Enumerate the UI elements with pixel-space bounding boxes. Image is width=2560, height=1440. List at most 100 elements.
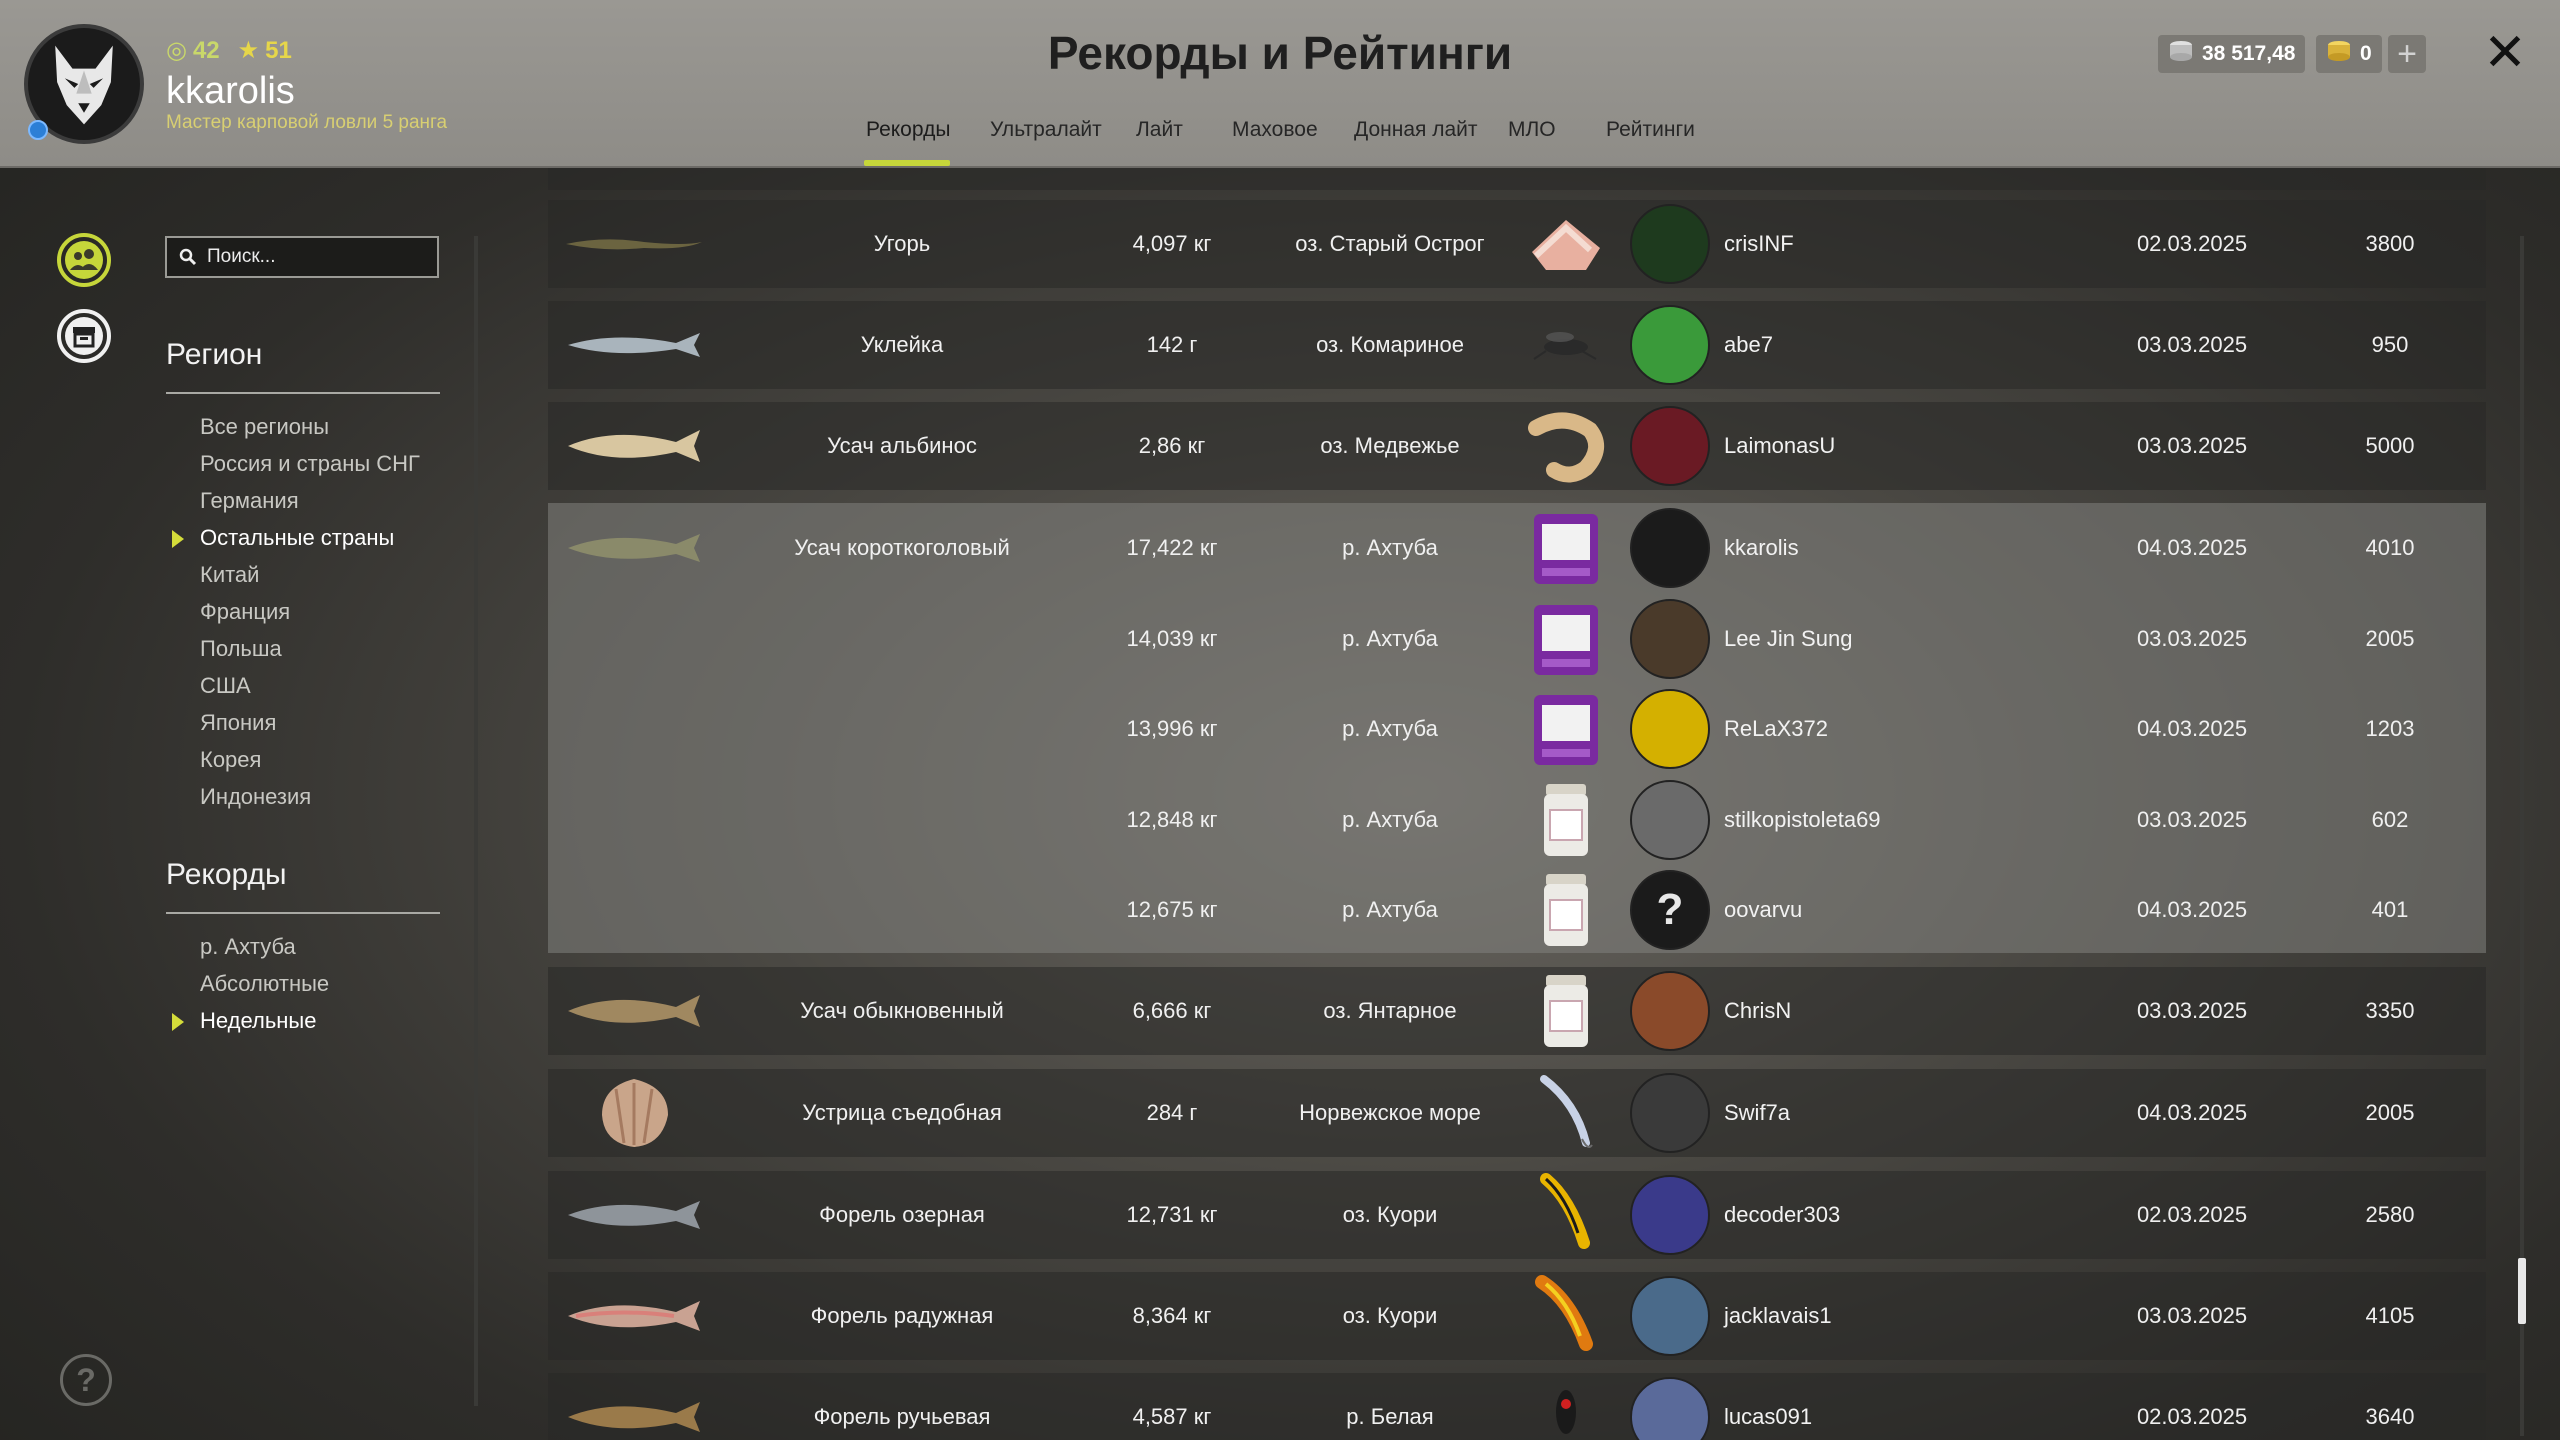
fish-location: оз. Куори: [1342, 1202, 1438, 1227]
shorthead-barbel-fish-icon: [568, 534, 700, 562]
fish-name: Усач короткоголовый: [794, 535, 1010, 560]
player-name[interactable]: jacklavais1: [1724, 1303, 1832, 1329]
help-button[interactable]: ?: [60, 1354, 112, 1406]
bait-wobbler-orange-icon: [1535, 1275, 1593, 1351]
fish-name: Усач альбинос: [827, 433, 977, 458]
score: 401: [2371, 897, 2409, 922]
player-avatar[interactable]: [1630, 406, 1710, 486]
fish-location: Норвежское море: [1299, 1100, 1481, 1125]
scrollbar-thumb[interactable]: [2518, 1258, 2526, 1324]
tab-bottom-light[interactable]: Донная лайт: [1354, 118, 1478, 142]
catch-date: 03.03.2025: [2136, 332, 2248, 357]
player-avatar[interactable]: [1630, 689, 1710, 769]
tab-ratings[interactable]: Рейтинги: [1606, 118, 1695, 142]
fish-weight: 142 г: [1146, 332, 1198, 357]
player-name[interactable]: lucas091: [1724, 1404, 1812, 1430]
top-bar: ◎ 42 ★ 51 kkarolis Мастер карповой ловли 5…: [0, 0, 2560, 168]
brown-trout-fish-icon: [568, 1402, 700, 1432]
records-item[interactable]: р. Ахтуба: [200, 934, 296, 960]
region-section-title: Регион: [166, 338, 263, 371]
player-avatar[interactable]: [1630, 305, 1710, 385]
region-item[interactable]: Польша: [200, 636, 282, 662]
records-item[interactable]: Абсолютные: [200, 971, 329, 997]
fish-weight: 2,86 кг: [1138, 433, 1206, 458]
bait-wobbler-yellow-icon: [1540, 1173, 1590, 1249]
bait-bucket-purple-icon: [1534, 514, 1598, 584]
player-avatar[interactable]: [1630, 204, 1710, 284]
fish-name: Угорь: [873, 231, 931, 256]
fish-weight: 12,675 кг: [1126, 897, 1218, 922]
records-item-selected[interactable]: Недельные: [200, 1008, 316, 1034]
scrollbar-track[interactable]: [2520, 236, 2524, 1436]
player-avatar[interactable]: [1630, 780, 1710, 860]
bait-jar-icon: [1544, 975, 1588, 1047]
albino-barbel-fish-icon: [568, 430, 700, 462]
region-item[interactable]: Россия и страны СНГ: [200, 451, 420, 477]
player-avatar[interactable]: [1630, 508, 1710, 588]
fish-weight: 4,587 кг: [1132, 1404, 1212, 1429]
archive-button[interactable]: [56, 308, 112, 364]
bait-shrimp-icon: [1528, 412, 1604, 483]
player-name[interactable]: kkarolis: [1724, 535, 1799, 561]
close-button[interactable]: ✕: [2480, 27, 2530, 79]
player-name[interactable]: Swif7a: [1724, 1100, 1790, 1126]
player-name[interactable]: stilkopistoleta69: [1724, 807, 1881, 833]
oyster-icon: [602, 1079, 668, 1147]
region-item[interactable]: Все регионы: [200, 414, 329, 440]
region-item[interactable]: Япония: [200, 710, 276, 736]
player-avatar[interactable]: [1630, 1276, 1710, 1356]
fish-weight: 14,039 кг: [1126, 626, 1218, 651]
bait-bucket-purple-icon: [1534, 695, 1598, 765]
tab-records[interactable]: Рекорды: [866, 118, 950, 142]
friends-button[interactable]: [56, 232, 112, 288]
player-name[interactable]: ChrisN: [1724, 998, 1791, 1024]
player-avatar[interactable]: [1630, 1175, 1710, 1255]
player-name[interactable]: decoder303: [1724, 1202, 1840, 1228]
catch-date: 04.03.2025: [2136, 716, 2248, 741]
region-item[interactable]: Китай: [200, 562, 259, 588]
region-item[interactable]: Франция: [200, 599, 290, 625]
fish-name: Устрица съедобная: [802, 1100, 1002, 1125]
score: 2005: [2365, 626, 2415, 651]
region-item[interactable]: США: [200, 673, 251, 699]
add-currency-button[interactable]: +: [2388, 35, 2426, 73]
selected-arrow-icon: [172, 530, 184, 548]
catch-date: 02.03.2025: [2136, 1404, 2248, 1429]
tab-mlo[interactable]: МЛО: [1508, 118, 1556, 142]
player-name[interactable]: Lee Jin Sung: [1724, 626, 1852, 652]
fish-location: оз. Куори: [1342, 1303, 1438, 1328]
search-input[interactable]: Поиск...: [165, 236, 439, 278]
region-item[interactable]: Индонезия: [200, 784, 311, 810]
player-name[interactable]: LaimonasU: [1724, 433, 1835, 459]
tab-float[interactable]: Маховое: [1232, 118, 1318, 142]
player-avatar[interactable]: [1630, 971, 1710, 1051]
fish-location: оз. Янтарное: [1323, 998, 1457, 1023]
region-item-selected[interactable]: Остальные страны: [200, 525, 394, 551]
score: 3640: [2365, 1404, 2415, 1429]
active-tab-indicator: [864, 160, 950, 166]
player-name[interactable]: ReLaX372: [1724, 716, 1828, 742]
records-table: Угорь 4,097 кг оз. Старый Острог crisINF…: [548, 168, 2486, 1440]
silver-coins-icon: [2168, 40, 2194, 68]
score: 1203: [2365, 716, 2415, 741]
catch-date: 02.03.2025: [2136, 231, 2248, 256]
silver-balance: 38 517,48: [2158, 35, 2306, 73]
player-avatar-unknown[interactable]: ?: [1630, 870, 1710, 950]
tab-light[interactable]: Лайт: [1136, 118, 1183, 142]
player-name[interactable]: abe7: [1724, 332, 1773, 358]
fish-name: Форель радужная: [810, 1303, 994, 1328]
region-item[interactable]: Германия: [200, 488, 299, 514]
player-avatar[interactable]: [1630, 599, 1710, 679]
tab-ultralight[interactable]: Ультралайт: [990, 118, 1102, 142]
bait-spinner-icon: [1556, 1390, 1576, 1434]
search-icon: [179, 248, 197, 266]
score: 5000: [2365, 433, 2415, 458]
fish-weight: 6,666 кг: [1132, 998, 1212, 1023]
player-name[interactable]: oovarvu: [1724, 897, 1802, 923]
score: 3800: [2365, 231, 2415, 256]
player-avatar[interactable]: [1630, 1073, 1710, 1153]
fish-location: р. Ахтуба: [1342, 897, 1438, 922]
player-name[interactable]: crisINF: [1724, 231, 1794, 257]
region-item[interactable]: Корея: [200, 747, 261, 773]
fish-name: Форель ручьевая: [813, 1404, 991, 1429]
